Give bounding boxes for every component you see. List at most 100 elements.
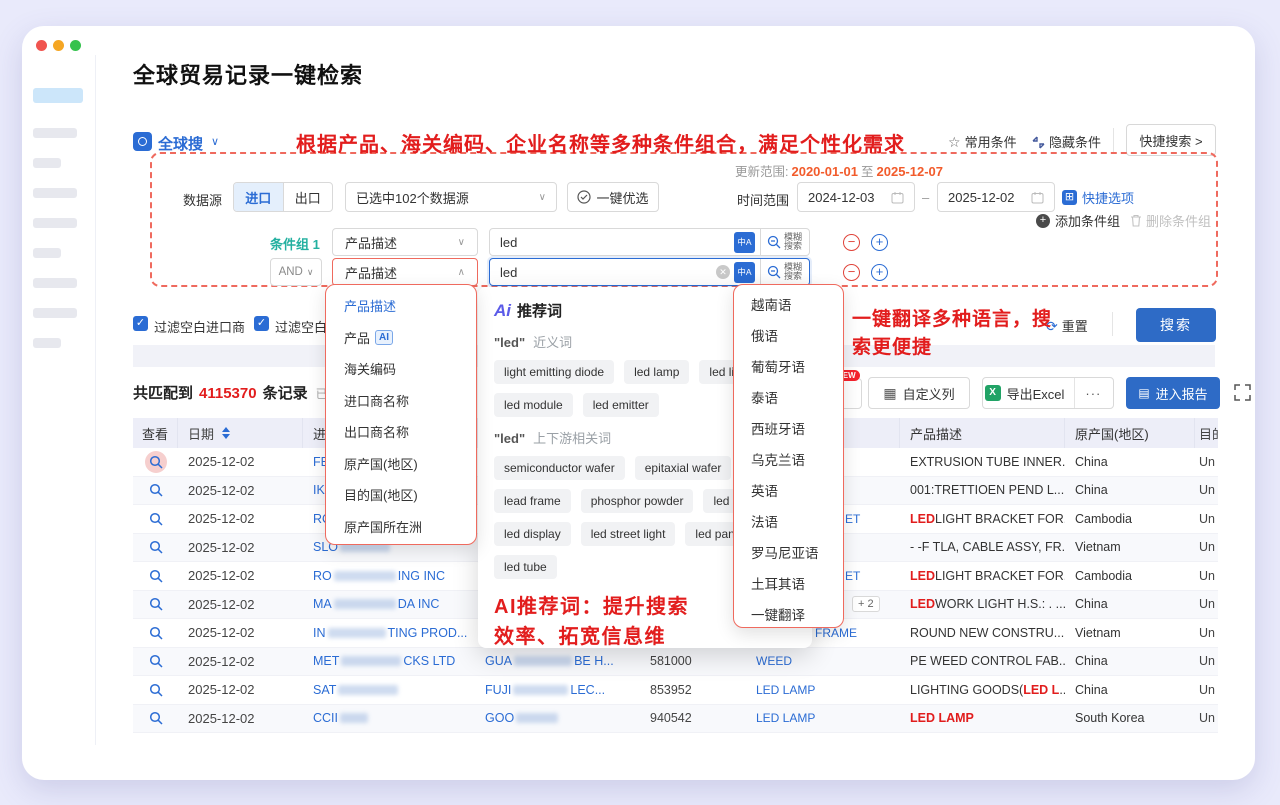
- minimize-window-icon[interactable]: [53, 40, 64, 51]
- view-magnifier-icon[interactable]: [145, 707, 167, 729]
- more-options-button[interactable]: ···: [1075, 386, 1111, 401]
- field-dropdown-item[interactable]: 出口商名称: [326, 416, 476, 448]
- keyword-link[interactable]: ET: [845, 569, 860, 583]
- header-date[interactable]: 日期: [178, 418, 303, 448]
- export-tab[interactable]: 出口: [284, 183, 333, 211]
- and-or-select[interactable]: AND∨: [270, 258, 322, 286]
- optimize-button[interactable]: 一键优选: [567, 182, 659, 212]
- suggest-tag[interactable]: phosphor powder: [581, 489, 694, 513]
- quick-options-link[interactable]: ⊞快捷选项: [1062, 188, 1134, 207]
- field-select-1[interactable]: 产品描述∨: [332, 228, 478, 256]
- suggest-tag[interactable]: led lamp: [624, 360, 689, 384]
- header-product[interactable]: 产品描述: [900, 418, 1065, 448]
- keyword-input-1[interactable]: led 中A 模糊搜索: [489, 228, 810, 256]
- export-excel-group[interactable]: X导出Excel ···: [982, 377, 1114, 409]
- language-dropdown-item[interactable]: 西班牙语: [734, 412, 843, 443]
- add-condition-group-button[interactable]: +添加条件组: [1036, 211, 1120, 230]
- importer-link[interactable]: MADA INC: [313, 597, 439, 611]
- field-dropdown-item[interactable]: 产品AI: [326, 322, 476, 354]
- language-dropdown-item[interactable]: 罗马尼亚语: [734, 536, 843, 567]
- view-magnifier-icon[interactable]: [145, 593, 167, 615]
- view-magnifier-icon[interactable]: [145, 479, 167, 501]
- custom-columns-button[interactable]: ▦自定义列: [868, 377, 970, 409]
- language-dropdown-item[interactable]: 俄语: [734, 319, 843, 350]
- hide-conditions-button[interactable]: 隐藏条件: [1032, 132, 1101, 151]
- importer-link[interactable]: SAT: [313, 683, 400, 697]
- language-dropdown-item[interactable]: 乌克兰语: [734, 443, 843, 474]
- header-destination[interactable]: 目的国: [1195, 418, 1218, 448]
- exporter-link[interactable]: FUJILEC...: [485, 683, 605, 697]
- suggest-tag[interactable]: semiconductor wafer: [494, 456, 625, 480]
- maximize-window-icon[interactable]: [70, 40, 81, 51]
- view-magnifier-icon[interactable]: [145, 679, 167, 701]
- favorite-conditions-button[interactable]: ☆常用条件: [948, 132, 1017, 151]
- fuzzy-search-toggle[interactable]: 模糊搜索: [761, 263, 809, 282]
- field-dropdown-item[interactable]: 进口商名称: [326, 385, 476, 417]
- view-magnifier-icon[interactable]: [145, 565, 167, 587]
- view-magnifier-icon[interactable]: [145, 451, 167, 473]
- language-dropdown-item[interactable]: 越南语: [734, 288, 843, 319]
- suggest-tag[interactable]: led display: [494, 522, 571, 546]
- fullscreen-icon[interactable]: [1234, 384, 1251, 401]
- suggest-tag[interactable]: led emitter: [583, 393, 659, 417]
- field-dropdown-item[interactable]: 原产国所在洲: [326, 511, 476, 543]
- search-button[interactable]: 搜索: [1136, 308, 1216, 342]
- exporter-link[interactable]: GUABE H...: [485, 654, 614, 668]
- language-dropdown-item[interactable]: 泰语: [734, 381, 843, 412]
- import-export-toggle[interactable]: 进口 出口: [233, 182, 333, 212]
- header-origin[interactable]: 原产国(地区): [1065, 418, 1195, 448]
- suggest-tag[interactable]: epitaxial wafer: [635, 456, 732, 480]
- importer-link[interactable]: CCII: [313, 711, 370, 725]
- keyword-link[interactable]: ET: [845, 512, 860, 526]
- field-dropdown-item[interactable]: 目的国(地区): [326, 479, 476, 511]
- date-to-input[interactable]: 2025-12-02: [937, 182, 1055, 212]
- star-icon: ☆: [948, 134, 961, 150]
- suggest-tag[interactable]: led tube: [494, 555, 557, 579]
- view-magnifier-icon[interactable]: [145, 622, 167, 644]
- keyword-link[interactable]: WEED: [756, 654, 792, 668]
- datasource-select[interactable]: 已选中102个数据源∨: [345, 182, 557, 212]
- suggest-tag[interactable]: led street light: [581, 522, 676, 546]
- add-condition-icon[interactable]: +: [871, 264, 888, 281]
- field-dropdown-item[interactable]: 海关编码: [326, 353, 476, 385]
- header-view[interactable]: 查看: [133, 418, 178, 448]
- language-dropdown-item[interactable]: 英语: [734, 474, 843, 505]
- clear-icon[interactable]: ✕: [716, 265, 730, 279]
- date-from-input[interactable]: 2024-12-03: [797, 182, 915, 212]
- view-magnifier-icon[interactable]: [145, 650, 167, 672]
- close-window-icon[interactable]: [36, 40, 47, 51]
- field-select-2[interactable]: 产品描述∧: [332, 258, 478, 286]
- language-dropdown-item[interactable]: 一键翻译: [734, 598, 843, 628]
- filter-blank-exporter-checkbox[interactable]: ✓: [254, 316, 269, 331]
- translate-icon[interactable]: 中A: [734, 262, 755, 283]
- importer-link[interactable]: ROING INC: [313, 569, 445, 583]
- field-dropdown-item[interactable]: 产品描述: [326, 290, 476, 322]
- translate-icon[interactable]: 中A: [734, 232, 755, 253]
- language-dropdown-item[interactable]: 葡萄牙语: [734, 350, 843, 381]
- view-magnifier-icon[interactable]: [145, 508, 167, 530]
- remove-condition-icon[interactable]: −: [843, 234, 860, 251]
- add-condition-icon[interactable]: +: [871, 234, 888, 251]
- keyword-link[interactable]: LED LAMP: [756, 711, 815, 725]
- keyword-link[interactable]: LED LAMP: [756, 683, 815, 697]
- scope-selector[interactable]: 全球搜: [158, 133, 203, 154]
- importer-link[interactable]: METCKS LTD: [313, 654, 455, 668]
- keyword-count-badge[interactable]: + 2: [852, 596, 880, 612]
- sort-icon[interactable]: [222, 427, 230, 439]
- enter-report-button[interactable]: ▤进入报告: [1126, 377, 1220, 409]
- delete-condition-group-button[interactable]: 删除条件组: [1130, 211, 1211, 230]
- language-dropdown-item[interactable]: 法语: [734, 505, 843, 536]
- filter-blank-importer-checkbox[interactable]: ✓: [133, 316, 148, 331]
- fuzzy-search-toggle[interactable]: 模糊搜索: [761, 233, 809, 252]
- field-dropdown-item[interactable]: 原产国(地区): [326, 448, 476, 480]
- view-magnifier-icon[interactable]: [145, 536, 167, 558]
- keyword-input-2[interactable]: led ✕ 中A 模糊搜索: [489, 258, 810, 286]
- language-dropdown-item[interactable]: 土耳其语: [734, 567, 843, 598]
- suggest-tag[interactable]: light emitting diode: [494, 360, 614, 384]
- suggest-tag[interactable]: led module: [494, 393, 573, 417]
- exporter-link[interactable]: GOO: [485, 711, 560, 725]
- remove-condition-icon[interactable]: −: [843, 264, 860, 281]
- import-tab[interactable]: 进口: [234, 183, 284, 211]
- suggest-tag[interactable]: lead frame: [494, 489, 571, 513]
- importer-link[interactable]: INTING PROD...: [313, 626, 467, 640]
